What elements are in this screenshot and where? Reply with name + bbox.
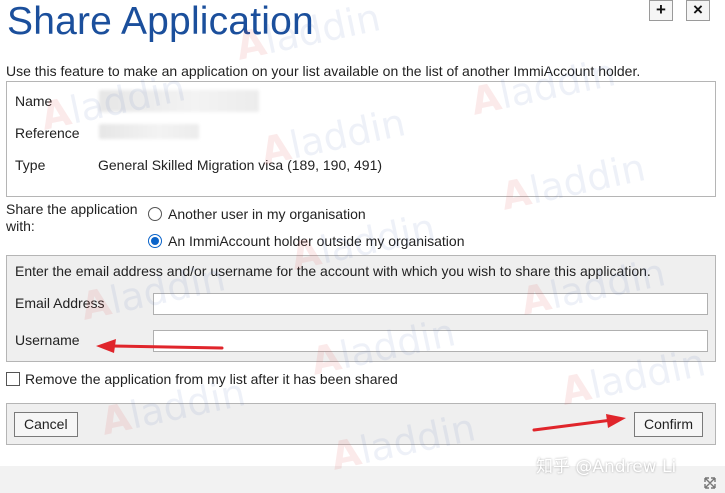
reference-label: Reference — [15, 125, 80, 141]
plus-icon: + — [656, 0, 666, 19]
expand-button[interactable]: + — [649, 0, 673, 21]
recipient-intro: Enter the email address and/or username … — [15, 263, 651, 279]
email-label: Email Address — [15, 295, 105, 311]
cancel-button[interactable]: Cancel — [14, 412, 78, 437]
username-field[interactable] — [153, 330, 708, 352]
dialog-footer: Cancel Confirm — [6, 403, 716, 445]
username-label: Username — [15, 332, 80, 348]
share-with-label: Share the application with: — [6, 201, 138, 234]
radio-button-selected[interactable] — [148, 234, 162, 248]
name-value-redacted — [99, 90, 259, 112]
dialog-title: Share Application — [7, 0, 314, 43]
confirm-button[interactable]: Confirm — [634, 412, 704, 437]
radio-option-organisation-user[interactable]: Another user in my organisation — [148, 206, 366, 222]
radio-label: Another user in my organisation — [168, 206, 366, 222]
radio-option-external-holder[interactable]: An ImmiAccount holder outside my organis… — [148, 233, 464, 249]
type-value: General Skilled Migration visa (189, 190… — [98, 157, 383, 173]
remove-checkbox-label: Remove the application from my list afte… — [25, 371, 398, 387]
remove-checkbox[interactable] — [6, 372, 20, 386]
type-label: Type — [15, 157, 46, 173]
reference-value-redacted — [99, 124, 199, 139]
close-button[interactable]: × — [686, 0, 710, 21]
name-label: Name — [15, 93, 53, 109]
watermark-credit: 知乎 @Andrew Li — [536, 457, 677, 477]
resize-icon[interactable] — [703, 476, 717, 490]
share-application-dialog: Share Application + × Use this feature t… — [0, 0, 725, 493]
dialog-intro: Use this feature to make an application … — [6, 63, 641, 79]
application-details-panel: Name Reference Type General Skilled Migr… — [6, 81, 716, 197]
remove-from-list-option[interactable]: Remove the application from my list afte… — [6, 371, 398, 387]
close-icon: × — [693, 0, 703, 19]
radio-button[interactable] — [148, 207, 162, 221]
email-field[interactable] — [153, 293, 708, 315]
recipient-panel: Enter the email address and/or username … — [6, 255, 716, 362]
radio-label: An ImmiAccount holder outside my organis… — [168, 233, 465, 249]
